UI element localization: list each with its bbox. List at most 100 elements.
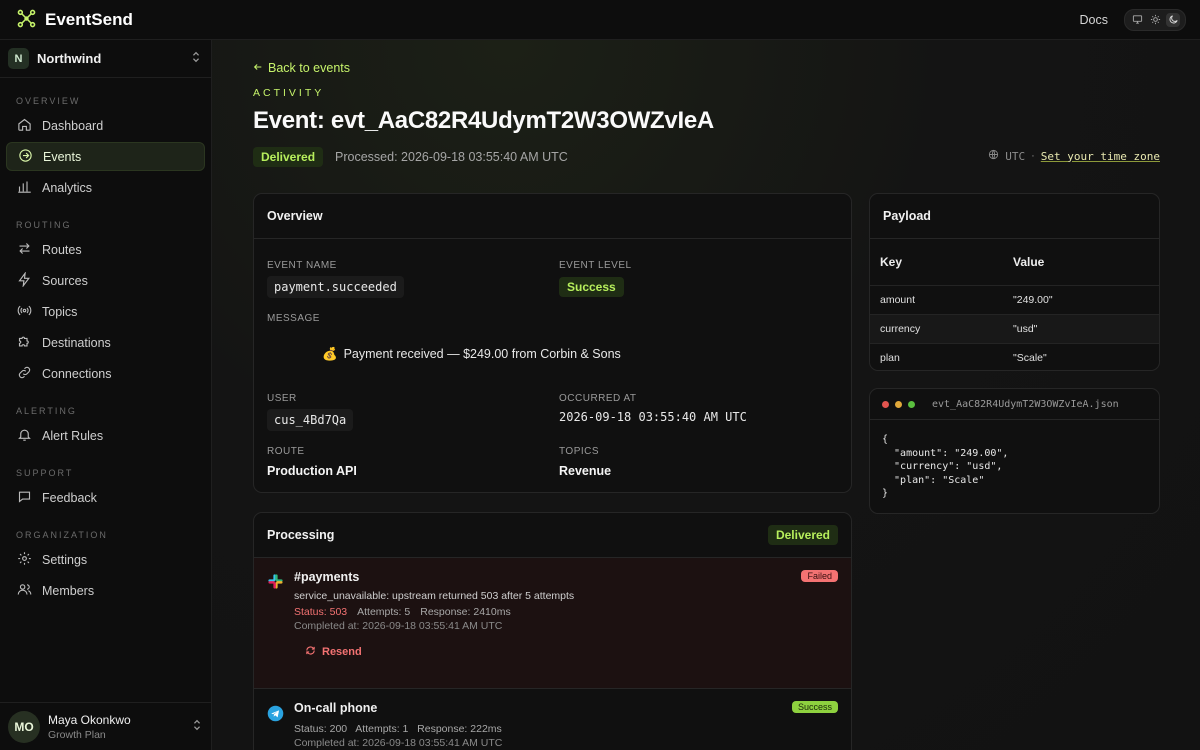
event-level-label: EVENT LEVEL [559, 260, 632, 271]
delivery-destination: On-call phone [294, 701, 378, 715]
event-name-value: payment.succeeded [267, 276, 404, 298]
overview-card: Overview EVENT NAME payment.succeeded EV… [253, 193, 852, 493]
topics-value: Revenue [559, 464, 612, 478]
processing-card-header: Processing Delivered [254, 513, 851, 558]
success-badge: Success [791, 701, 838, 713]
brand[interactable]: EventSend [16, 8, 133, 32]
sidebar-item-topics[interactable]: Topics [6, 297, 205, 326]
section-label-alerting: ALERTING [16, 406, 77, 416]
broadcast-icon [17, 303, 32, 321]
json-viewer: evt_AaC82R4UdymT2W3OWZvIeA.json { "amoun… [869, 388, 1160, 514]
sidebar-item-connections[interactable]: Connections [6, 359, 205, 388]
occurred-at-value: 2026-09-18 03:55:40 AM UTC [559, 410, 747, 424]
overview-title: Overview [267, 209, 323, 223]
user-menu[interactable]: MO Maya Okonkwo Growth Plan [0, 702, 212, 750]
sidebar-item-alert-rules[interactable]: Alert Rules [6, 421, 205, 450]
window-maximize-dot [908, 400, 915, 408]
processing-status-badge: Delivered [767, 525, 838, 545]
delivery-row: On-call phone Success Status: 200 Attemp… [254, 689, 851, 750]
home-icon [17, 117, 32, 135]
theme-toggle[interactable] [1124, 8, 1186, 31]
sidebar-item-label: Routes [42, 242, 82, 257]
sidebar-item-settings[interactable]: Settings [6, 545, 205, 574]
page-title: Event: evt_AaC82R4UdymT2W3OWZvIeA [253, 107, 714, 134]
window-close-dot [882, 400, 889, 408]
main-content: Back to events ACTIVITY Event: evt_AaC82… [212, 40, 1200, 750]
chevron-updown-icon [192, 719, 202, 734]
sidebar-item-feedback[interactable]: Feedback [6, 483, 205, 512]
sidebar-item-analytics[interactable]: Analytics [6, 173, 205, 202]
app-name: EventSend [45, 9, 133, 29]
occurred-at-label: OCCURRED AT [559, 393, 637, 404]
docs-link[interactable]: Docs [1080, 13, 1108, 27]
timezone-row: UTC · Set your time zone [988, 149, 1160, 163]
sidebar-item-events[interactable]: Events [6, 142, 205, 171]
message-value: 💰 Payment received — $249.00 from Corbin… [322, 347, 621, 362]
sidebar-item-label: Events [43, 149, 82, 164]
workspace-avatar: N [8, 48, 29, 69]
route-label: ROUTE [267, 446, 305, 457]
payload-card-header: Payload [870, 194, 1159, 239]
sidebar-item-label: Feedback [42, 490, 97, 505]
bell-icon [17, 427, 32, 445]
workspace-switcher[interactable]: N Northwind [0, 40, 211, 78]
status-badge: Delivered [253, 147, 324, 167]
payload-value: "Scale" [1013, 352, 1047, 364]
sidebar-item-label: Topics [42, 304, 78, 319]
sidebar-item-label: Destinations [42, 335, 111, 350]
value-column-header: Value [1013, 255, 1045, 269]
sidebar-item-label: Settings [42, 552, 88, 567]
user-name: Maya Okonkwo [48, 712, 131, 727]
timezone-label: UTC [1005, 149, 1026, 163]
set-timezone-link[interactable]: Set your time zone [1041, 150, 1160, 163]
sidebar-item-label: Members [42, 583, 95, 598]
processed-time: Processed: 2026-09-18 03:55:40 AM UTC [335, 150, 568, 164]
message-label: MESSAGE [267, 313, 320, 324]
payload-card: Payload Key Value amount "249.00" curren… [869, 193, 1160, 371]
user-value[interactable]: cus_4Bd7Qa [267, 409, 354, 431]
json-filename: evt_AaC82R4UdymT2W3OWZvIeA.json [932, 398, 1119, 410]
chevron-updown-icon [191, 51, 201, 66]
resend-button[interactable]: Resend [294, 638, 373, 665]
payload-key: currency [880, 323, 921, 335]
sidebar-item-label: Alert Rules [42, 428, 104, 443]
topics-label: TOPICS [559, 446, 600, 457]
sidebar-item-dashboard[interactable]: Dashboard [6, 111, 205, 140]
back-link-label: Back to events [268, 61, 350, 75]
delivery-status: Status: 503 [294, 606, 348, 618]
window-minimize-dot [895, 400, 902, 408]
sidebar-item-destinations[interactable]: Destinations [6, 328, 205, 357]
resend-label: Resend [322, 645, 362, 658]
moon-icon[interactable] [1166, 12, 1180, 27]
sidebar-item-routes[interactable]: Routes [6, 235, 205, 264]
lightning-icon [17, 270, 32, 290]
avatar: MO [8, 710, 40, 743]
key-column-header: Key [880, 255, 903, 269]
telegram-icon [267, 705, 284, 725]
delivery-meta: Status: 200 Attempts: 1 Response: 222ms [294, 723, 502, 735]
user-label: USER [267, 393, 297, 404]
workspace-name: Northwind [37, 51, 102, 66]
delivery-completed: Completed at: 2026-09-18 03:55:41 AM UTC [294, 737, 503, 749]
table-row: plan "Scale" [870, 343, 1159, 370]
back-to-events-link[interactable]: Back to events [253, 61, 350, 75]
delivery-error-message: service_unavailable: upstream returned 5… [294, 590, 575, 602]
users-icon [17, 582, 32, 600]
payload-key: plan [880, 352, 900, 364]
sidebar-item-members[interactable]: Members [6, 576, 205, 605]
monitor-icon[interactable] [1130, 13, 1144, 27]
delivery-row: #payments Failed service_unavailable: up… [254, 558, 851, 689]
payload-table-header: Key Value [870, 239, 1159, 285]
arrow-left-icon [253, 61, 263, 75]
route-value: Production API [267, 464, 357, 478]
page-eyebrow: ACTIVITY [253, 87, 325, 99]
gear-icon [17, 551, 32, 569]
sun-icon[interactable] [1148, 13, 1162, 27]
globe-icon [988, 149, 999, 163]
json-viewer-header: evt_AaC82R4UdymT2W3OWZvIeA.json [870, 389, 1159, 420]
delivery-response: Response: 2410ms [420, 606, 511, 618]
sidebar-item-sources[interactable]: Sources [6, 266, 205, 295]
puzzle-icon [17, 334, 32, 352]
sidebar-item-label: Connections [42, 366, 112, 381]
top-bar: EventSend Docs [0, 0, 1200, 40]
